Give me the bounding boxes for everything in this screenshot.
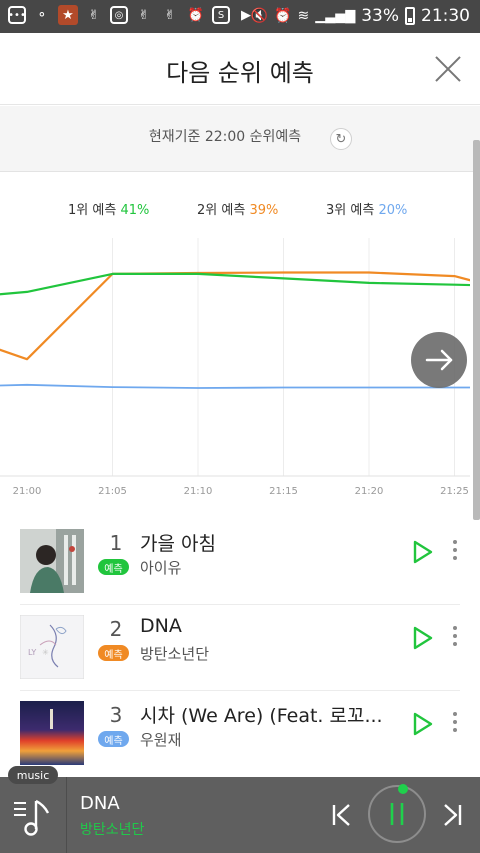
album-art <box>20 701 84 765</box>
play-icon[interactable] <box>412 539 434 565</box>
alarm-icon: ⏰ <box>274 8 292 24</box>
status-bar: ••• ⚬ ★ ✌ ◎ ✌ ✌ ⏰ S ▶ 🔇 ⏰ ≋ ▁▃▅▇ 33% 21:… <box>0 0 480 33</box>
music-tag: music <box>8 766 58 784</box>
basis-bar: 현재기준 22:00 순위예측 ↻ <box>0 106 480 172</box>
battery-icon <box>405 7 415 25</box>
x-tick-label: 21:05 <box>98 486 127 497</box>
x-tick-label: 21:25 <box>440 486 469 497</box>
legend-percent: 41% <box>120 203 150 218</box>
album-art: LY ✳ <box>20 615 84 679</box>
playing-indicator <box>398 784 408 794</box>
prediction-badge: 예측 <box>98 731 129 747</box>
album-art <box>20 529 84 593</box>
series-line-2 <box>0 271 470 361</box>
list-item[interactable]: 1 예측 가을 아침 아이유 <box>20 519 460 605</box>
header: 다음 순위 예측 <box>0 33 480 105</box>
svg-text:LY: LY <box>28 648 36 657</box>
now-playing-artist[interactable]: 방탄소년단 <box>80 819 144 839</box>
page-title: 다음 순위 예측 <box>166 59 314 87</box>
legend-label: 2위 예측 <box>197 203 246 218</box>
series-line-3 <box>0 383 470 389</box>
legend-label: 1위 예측 <box>68 203 117 218</box>
legend-percent: 20% <box>378 203 408 218</box>
pause-button[interactable] <box>368 784 426 843</box>
scrollbar[interactable] <box>473 140 480 520</box>
legend-item-2: 2위 예측 39% <box>197 199 278 218</box>
battery-percent: 33% <box>361 6 399 26</box>
prediction-badge: 예측 <box>98 645 129 661</box>
clock: 21:30 <box>421 6 470 26</box>
alarm-icon: ⏰ <box>187 7 205 23</box>
arrow-right-icon <box>425 349 453 371</box>
song-artist: 방탄소년단 <box>140 645 210 663</box>
signal-icon: ▁▃▅▇ <box>315 8 356 24</box>
svg-text:✳: ✳ <box>42 648 49 657</box>
app-s-icon: S <box>212 6 230 24</box>
victory-hand-icon: ✌ <box>138 7 150 23</box>
legend-label: 3위 예측 <box>326 203 375 218</box>
basis-text: 현재기준 22:00 순위예측 <box>148 129 302 145</box>
wifi-icon: ≋ <box>297 8 310 24</box>
victory-hand-icon: ✌ <box>164 7 176 23</box>
rank-number: 3 <box>109 703 123 727</box>
refresh-icon[interactable]: ↻ <box>330 128 352 150</box>
legend-item-1: 1위 예측 41% <box>68 199 149 218</box>
rank-prediction-chart: 21:00 21:05 21:10 21:15 21:20 21:25 <box>0 238 470 497</box>
system-indicators: 🔇 ⏰ ≋ ▁▃▅▇ 33% 21:30 <box>251 6 470 26</box>
series-line-1 <box>0 272 470 296</box>
camera-icon: ◎ <box>110 6 128 24</box>
next-track-icon[interactable] <box>440 802 464 828</box>
song-title: 가을 아침 <box>140 533 216 555</box>
song-artist: 아이유 <box>140 559 182 577</box>
chat-icon: ••• <box>8 6 26 24</box>
more-options-icon[interactable] <box>448 537 462 567</box>
close-icon[interactable] <box>434 55 462 83</box>
x-tick-label: 21:15 <box>269 486 298 497</box>
circle-icon: ⚬ <box>36 7 48 23</box>
more-options-icon[interactable] <box>448 623 462 653</box>
x-tick-label: 21:00 <box>13 486 42 497</box>
song-title: DNA <box>140 615 182 637</box>
song-artist: 우원재 <box>140 731 182 749</box>
previous-track-icon[interactable] <box>330 802 354 828</box>
player-divider <box>66 777 67 853</box>
chart-next-button[interactable] <box>411 332 467 388</box>
now-playing-title[interactable]: DNA <box>80 793 120 814</box>
legend-item-3: 3위 예측 20% <box>326 199 407 218</box>
playlist-icon[interactable] <box>14 797 54 837</box>
x-tick-label: 21:10 <box>184 486 213 497</box>
rank-number: 2 <box>109 617 123 641</box>
song-title: 시차 (We Are) (Feat. 로꼬... <box>140 705 383 727</box>
list-item[interactable]: 3 예측 시차 (We Are) (Feat. 로꼬... 우원재 <box>20 691 460 777</box>
game-app-icon: ★ <box>58 5 78 25</box>
legend-percent: 39% <box>249 203 279 218</box>
prediction-badge: 예측 <box>98 559 129 575</box>
play-icon[interactable] <box>412 711 434 737</box>
mute-icon: 🔇 <box>250 8 269 24</box>
notification-icons: ••• ⚬ ★ ✌ ◎ ✌ ✌ ⏰ S ▶ <box>8 5 256 25</box>
x-tick-label: 21:20 <box>355 486 384 497</box>
more-options-icon[interactable] <box>448 709 462 739</box>
play-icon[interactable] <box>412 625 434 651</box>
list-item[interactable]: LY ✳ 2 예측 DNA 방탄소년단 <box>20 605 460 691</box>
rank-number: 1 <box>109 531 123 555</box>
victory-hand-icon: ✌ <box>88 7 100 23</box>
pause-icon <box>390 803 404 825</box>
